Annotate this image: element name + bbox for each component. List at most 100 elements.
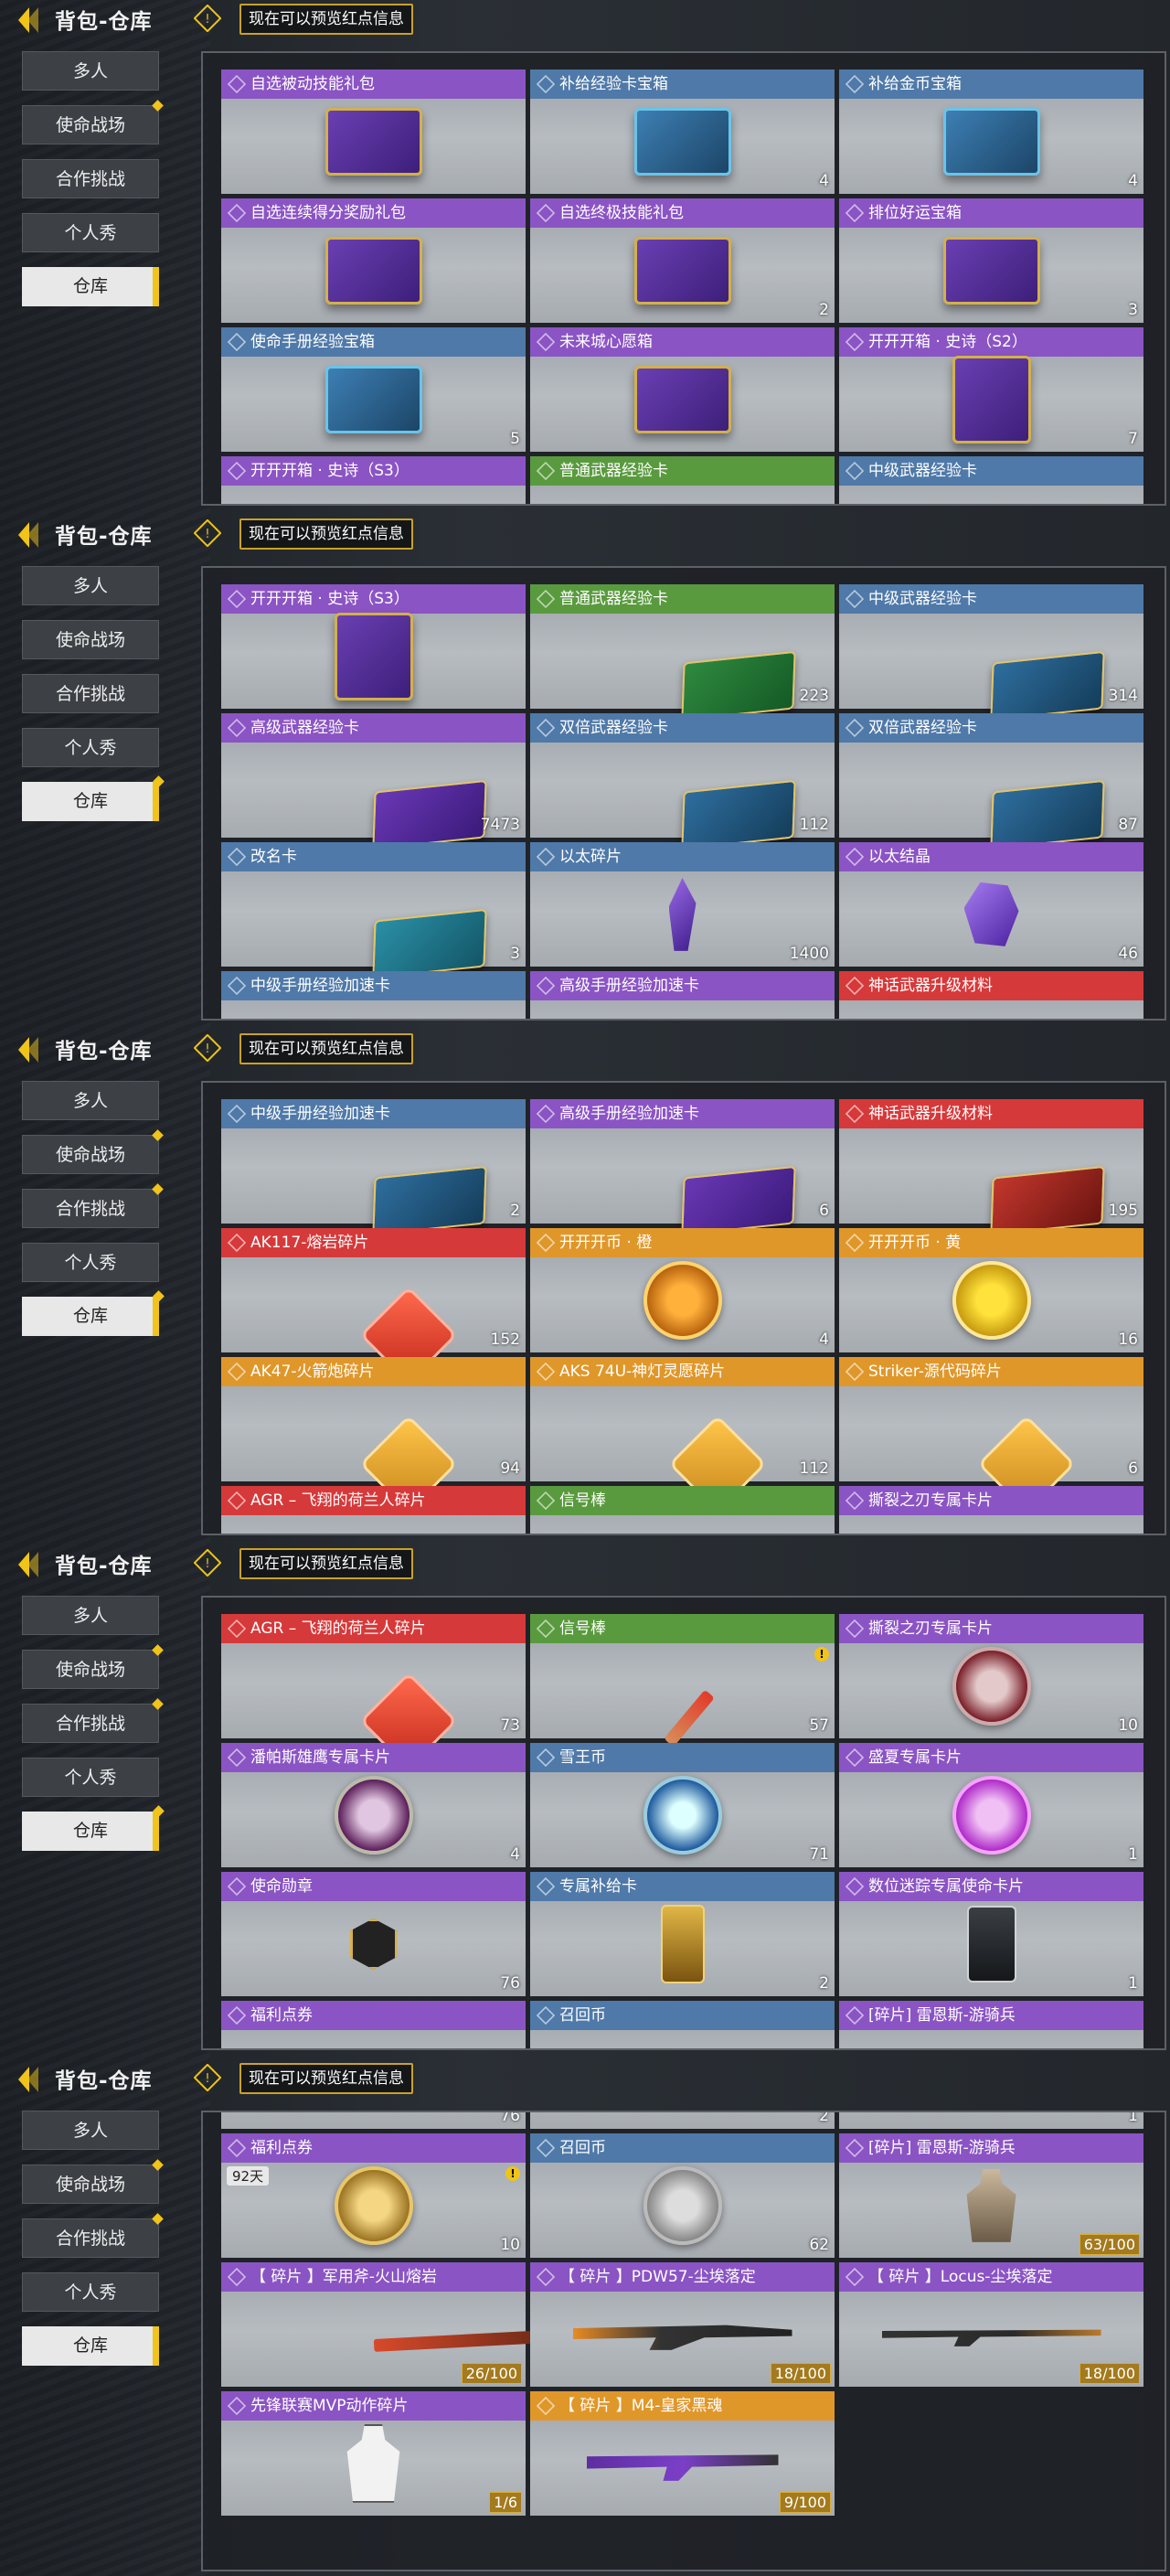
item-cell[interactable]: 撕裂之刃专属卡片 (839, 1486, 1143, 1534)
tab-battle-royale[interactable]: 使命战场 (22, 1129, 164, 1174)
item-cell[interactable]: 【 碎片 】军用斧-火山熔岩 26/100 (221, 2262, 548, 2387)
item-cell[interactable]: 以太碎片 1400 (530, 842, 835, 967)
item-cell[interactable]: 开开开箱 · 史诗（S2） 7 (839, 327, 1143, 452)
item-cell[interactable]: 盛夏专属卡片 1 (839, 1743, 1143, 1867)
tab-coop[interactable]: 合作挑战 (22, 2213, 164, 2258)
tab-personal-show[interactable]: 个人秀 (22, 213, 159, 252)
tab-battle-royale[interactable]: 使命战场 (22, 100, 164, 144)
item-cell[interactable]: AKS 74U-神灯灵愿碎片 112 (530, 1357, 835, 1513)
item-cell[interactable]: 中级武器经验卡 (839, 456, 1143, 504)
item-label: 开开开币 · 黄 (839, 1228, 1143, 1257)
item-cell[interactable]: 中级手册经验加速卡 (221, 971, 526, 1019)
item-cell[interactable]: 福利点券 (221, 2001, 526, 2048)
item-cell[interactable]: 【 碎片 】M4-皇家黑魂 9/100 (530, 2391, 835, 2516)
item-cell[interactable]: 排位好运宝箱 3 (839, 198, 1143, 323)
item-label: 神话武器升级材料 (839, 1099, 1143, 1128)
tab-personal-show[interactable]: 个人秀 (22, 2272, 159, 2312)
item-cell[interactable]: 改名卡 3 (221, 842, 526, 979)
item-cell[interactable]: 76 (221, 2112, 526, 2129)
preview-notice[interactable]: 现在可以预览红点信息 (239, 1548, 413, 1579)
item-cell[interactable]: AGR – 飞翔的荷兰人碎片 (221, 1486, 526, 1534)
tab-multiplayer[interactable]: 多人 (22, 1596, 159, 1635)
item-cell[interactable]: 普通武器经验卡 223 (530, 584, 835, 721)
item-cell[interactable]: 数位迷踪专属使命卡片 1 (839, 1872, 1143, 1996)
item-cell[interactable]: 召回币 (530, 2001, 835, 2048)
preview-notice[interactable]: 现在可以预览红点信息 (239, 4, 413, 35)
tab-personal-show[interactable]: 个人秀 (22, 1758, 159, 1797)
item-cell[interactable]: 普通武器经验卡 (530, 456, 835, 504)
back-arrow-icon[interactable] (16, 5, 53, 35)
item-cell[interactable]: 高级手册经验加速卡 6 (530, 1099, 835, 1236)
item-cell[interactable]: 【 碎片 】PDW57-尘埃落定 18/100 (530, 2262, 835, 2387)
preview-notice[interactable]: 现在可以预览红点信息 (239, 2063, 413, 2094)
item-cell[interactable]: 中级手册经验加速卡 2 (221, 1099, 526, 1236)
back-arrow-icon[interactable] (16, 520, 53, 550)
preview-notice[interactable]: 现在可以预览红点信息 (239, 518, 413, 550)
item-cell[interactable]: 补给金币宝箱 4 (839, 69, 1143, 194)
item-cell[interactable]: 使命手册经验宝箱 5 (221, 327, 526, 452)
item-cell[interactable]: 先锋联赛MVP动作碎片 1/6 (221, 2391, 526, 2516)
tab-battle-royale[interactable]: 使命战场 (22, 2159, 164, 2204)
tab-coop[interactable]: 合作挑战 (22, 159, 159, 198)
item-cell[interactable]: 自选连续得分奖励礼包 (221, 198, 526, 323)
item-cell[interactable]: AK47-火箭炮碎片 94 (221, 1357, 526, 1513)
tab-warehouse[interactable]: 仓库 (22, 267, 159, 306)
tab-warehouse[interactable]: 仓库 (22, 2326, 159, 2366)
item-cell[interactable]: 潘帕斯雄鹰专属卡片 4 (221, 1743, 526, 1867)
item-cell[interactable]: 神话武器升级材料 (839, 971, 1143, 1019)
item-cell[interactable]: [碎片] 雷恩斯-游骑兵 (839, 2001, 1143, 2048)
tab-coop[interactable]: 合作挑战 (22, 1183, 164, 1228)
tab-multiplayer[interactable]: 多人 (22, 2111, 159, 2150)
item-grid-frame: 自选被动技能礼包 补给经验卡宝箱 4 补给金币宝箱 4 自选连续得分奖励礼包 自选终… (201, 51, 1166, 506)
item-cell[interactable]: 双倍武器经验卡 87 (839, 713, 1143, 850)
tab-warehouse[interactable]: 仓库 (22, 1290, 165, 1336)
item-cell[interactable]: 神话武器升级材料 195 (839, 1099, 1143, 1236)
tab-warehouse[interactable]: 仓库 (22, 1805, 165, 1851)
back-arrow-icon[interactable] (16, 1550, 53, 1579)
item-cell[interactable]: 开开开箱 · 史诗（S3） (221, 584, 526, 709)
back-arrow-icon[interactable] (16, 1035, 53, 1064)
tab-multiplayer[interactable]: 多人 (22, 566, 159, 605)
tab-battle-royale[interactable]: 使命战场 (22, 1644, 164, 1689)
item-cell[interactable]: 【 碎片 】Locus-尘埃落定 18/100 (839, 2262, 1143, 2387)
tab-warehouse[interactable]: 仓库 (22, 775, 165, 821)
item-cell[interactable]: 高级武器经验卡 7473 (221, 713, 526, 850)
item-cell[interactable]: 专属补给卡 2 (530, 1872, 835, 1996)
item-cell[interactable]: 双倍武器经验卡 112 (530, 713, 835, 850)
item-label: AK47-火箭炮碎片 (221, 1357, 526, 1386)
item-cell[interactable]: Striker-源代码碎片 6 (839, 1357, 1143, 1513)
item-cell[interactable]: 自选被动技能礼包 (221, 69, 526, 194)
tab-coop[interactable]: 合作挑战 (22, 674, 159, 713)
item-cell[interactable]: 信号棒! 57 (530, 1614, 835, 1748)
item-cell[interactable]: 开开开箱 · 史诗（S3） (221, 456, 526, 504)
item-count: 195 (1108, 1202, 1138, 1220)
tab-personal-show[interactable]: 个人秀 (22, 1243, 159, 1282)
item-cell[interactable]: 开开开币 · 黄 16 (839, 1228, 1143, 1352)
item-cell[interactable]: 高级手册经验加速卡 (530, 971, 835, 1019)
item-cell[interactable]: 以太结晶 46 (839, 842, 1143, 967)
tab-multiplayer[interactable]: 多人 (22, 1081, 159, 1120)
item-cell[interactable]: 2 (530, 2112, 835, 2129)
back-arrow-icon[interactable] (16, 2065, 53, 2094)
item-cell[interactable]: 未来城心愿箱 (530, 327, 835, 452)
item-cell[interactable]: 自选终极技能礼包 2 (530, 198, 835, 323)
item-cell[interactable]: 开开开币 · 橙 4 (530, 1228, 835, 1352)
item-cell[interactable]: 信号棒 (530, 1486, 835, 1534)
item-cell[interactable]: AK117-熔岩碎片 152 (221, 1228, 526, 1384)
item-count: 10 (500, 2236, 520, 2254)
tab-multiplayer[interactable]: 多人 (22, 51, 159, 91)
tab-battle-royale[interactable]: 使命战场 (22, 620, 159, 659)
item-cell[interactable]: 雪王币 71 (530, 1743, 835, 1867)
item-cell[interactable]: [碎片] 雷恩斯-游骑兵 63/100 (839, 2133, 1143, 2258)
tab-coop[interactable]: 合作挑战 (22, 1698, 164, 1743)
item-cell[interactable]: 福利点券 92天! 10 (221, 2133, 526, 2258)
item-cell[interactable]: 中级武器经验卡 314 (839, 584, 1143, 721)
preview-notice[interactable]: 现在可以预览红点信息 (239, 1033, 413, 1064)
item-cell[interactable]: 撕裂之刃专属卡片 10 (839, 1614, 1143, 1738)
item-cell[interactable]: 召回币 62 (530, 2133, 835, 2258)
item-cell[interactable]: 补给经验卡宝箱 4 (530, 69, 835, 194)
item-cell[interactable]: 使命勋章 76 (221, 1872, 526, 1996)
item-cell[interactable]: AGR – 飞翔的荷兰人碎片 73 (221, 1614, 526, 1770)
item-cell[interactable]: 1 (839, 2112, 1143, 2129)
tab-personal-show[interactable]: 个人秀 (22, 728, 159, 767)
